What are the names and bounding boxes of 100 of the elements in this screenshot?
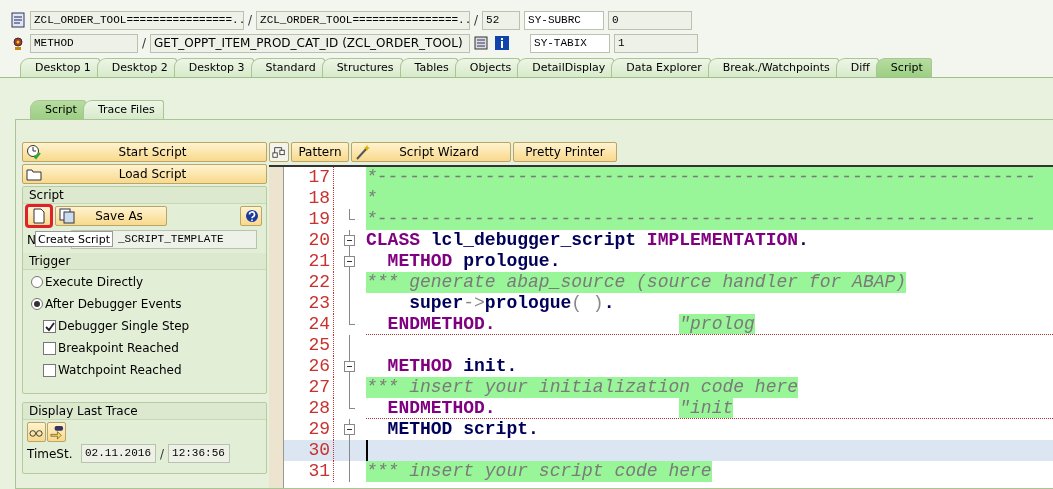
line-field[interactable]: 52 [482, 10, 521, 30]
option-label: Watchpoint Reached [58, 363, 182, 377]
tab[interactable]: Structures [321, 58, 403, 77]
checkbox[interactable] [43, 363, 56, 377]
line-number: 22 [284, 272, 334, 293]
pattern-button[interactable]: Pattern [291, 142, 349, 162]
collapse-icon[interactable] [343, 256, 355, 267]
line-number: 26 [284, 356, 334, 377]
pattern-icon-button[interactable] [269, 142, 289, 162]
code-text: lcl_debugger_script [429, 230, 638, 251]
option-label: Execute Directly [45, 275, 144, 289]
collapse-icon[interactable] [343, 361, 355, 372]
tab[interactable]: Script [875, 58, 932, 77]
tab[interactable]: Break./Watchpoints [707, 58, 839, 77]
tab[interactable]: Desktop 3 [173, 58, 254, 77]
code-text: . [603, 293, 615, 314]
tab[interactable]: Tables [399, 58, 458, 77]
tab[interactable]: Desktop 2 [96, 58, 177, 77]
help-icon [243, 208, 259, 224]
line-number: 30 [284, 440, 334, 461]
program-field[interactable]: ZCL_ORDER_TOOL================.. [30, 10, 244, 30]
tab[interactable]: Trace Files [82, 100, 164, 119]
new-document-button[interactable] [27, 206, 51, 226]
line-number: 24 [284, 314, 334, 335]
code-comment: *** insert your script code here [366, 461, 712, 482]
group-title: Display Last Trace [23, 403, 266, 420]
line-number: 23 [284, 293, 334, 314]
line-number: 25 [284, 335, 334, 356]
event-type-field[interactable]: METHOD [30, 33, 138, 53]
line-number: 20 [284, 230, 334, 251]
script-wizard-button[interactable]: Script Wizard [351, 142, 511, 162]
tab[interactable]: DetailDisplay [517, 58, 615, 77]
option-label: After Debugger Events [45, 297, 182, 311]
program-icon [10, 12, 26, 28]
code-text: prologue. [462, 251, 561, 272]
code-text: METHOD [386, 356, 453, 377]
code-text: prologue [484, 293, 572, 314]
code-text: ENDMETHOD. [386, 398, 497, 418]
clock-icon [26, 144, 42, 160]
system-variable-field[interactable]: SY-SUBRC [524, 10, 605, 30]
help-button[interactable] [240, 206, 262, 226]
tab[interactable]: Desktop 1 [20, 58, 100, 77]
separator-text: / [248, 13, 253, 27]
collapse-icon[interactable] [343, 424, 355, 435]
tab[interactable]: Data Explorer [611, 58, 711, 77]
line-number: 19 [284, 209, 334, 230]
pretty-printer-button[interactable]: Pretty Printer [513, 142, 617, 162]
save-as-button[interactable]: Save As [55, 206, 167, 226]
glasses-button[interactable] [27, 422, 46, 442]
name-label: N [27, 232, 37, 247]
arrow-icon [49, 424, 64, 440]
code-text: super [408, 293, 464, 314]
tab[interactable]: Script [30, 100, 86, 119]
code-text: ENDMETHOD. [386, 314, 497, 334]
code-comment: "init [679, 398, 734, 418]
system-value-field[interactable]: 0 [608, 10, 693, 30]
line-number: 28 [284, 398, 334, 419]
magic-wand-icon [355, 144, 371, 160]
system-variable-field[interactable]: SY-TABIX [530, 33, 611, 53]
time-field[interactable]: 12:36:56 [168, 444, 231, 463]
date-field[interactable]: 02.11.2016 [81, 444, 156, 463]
code-comment: *------------------------------------------------------------- [366, 167, 1053, 188]
tooltip: Create Script [35, 231, 113, 247]
code-comment: *------------------------------------------------------------- [366, 209, 1053, 230]
tab[interactable]: Objects [454, 58, 521, 77]
load-script-button[interactable]: Load Script [22, 164, 267, 184]
start-script-button[interactable]: Start Script [22, 142, 267, 162]
hierarchy-icon [272, 145, 286, 159]
code-text: init. [462, 356, 518, 377]
checkbox[interactable] [43, 319, 56, 333]
include-field[interactable]: ZCL_ORDER_TOOL================.. [256, 10, 471, 30]
display-button[interactable] [47, 422, 66, 442]
separator-text: / [474, 13, 479, 27]
line-number: 21 [284, 251, 334, 272]
timestamp-label: TimeSt. [27, 446, 74, 461]
info-icon[interactable] [494, 35, 511, 51]
code-comment: *** insert your initialization code here [366, 377, 799, 398]
checkbox[interactable] [43, 341, 56, 355]
separator-text: / [142, 36, 147, 50]
tab[interactable]: Standard [250, 58, 325, 77]
group-title: Trigger [23, 253, 266, 270]
code-comment: *** generate abap_source (source handler for ABAP) [366, 272, 907, 293]
page-icon [31, 208, 47, 224]
radio-button[interactable] [31, 298, 43, 310]
event-field[interactable]: GET_OPPT_ITEM_PROD_CAT_ID (ZCL_ORDER_TOOL) [150, 33, 471, 53]
code-comment: * [366, 188, 1053, 209]
radio-button[interactable] [31, 276, 43, 288]
option-label: Debugger Single Step [58, 319, 190, 333]
separator-text: / [160, 446, 165, 461]
code-comment: "prolog [679, 314, 755, 334]
code-text: METHOD [386, 251, 453, 272]
line-number: 31 [284, 461, 334, 482]
collapse-icon[interactable] [343, 235, 355, 246]
folder-icon [26, 166, 42, 182]
code-text: ( ) [571, 293, 604, 314]
system-value-field[interactable]: 1 [614, 33, 699, 53]
line-number: 18 [284, 188, 334, 209]
option-label: Breakpoint Reached [58, 341, 179, 355]
tab[interactable]: Diff [835, 58, 879, 77]
code-text: -> [463, 293, 485, 314]
